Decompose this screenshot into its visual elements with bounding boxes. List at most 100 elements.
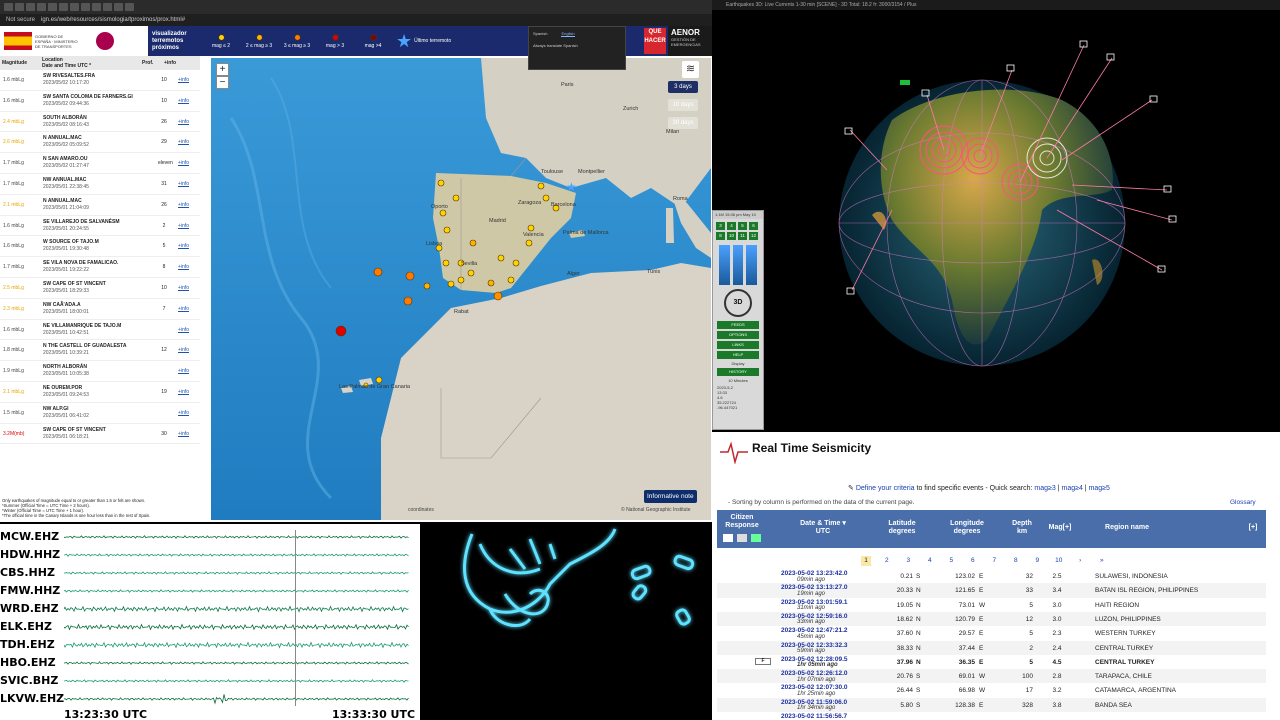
event-row[interactable]: 2023-05-02 13:01:59.1 31min ago 19.05 N … [717, 598, 1266, 612]
last-quake-star-icon[interactable]: ★ [396, 32, 412, 50]
latest-quake-star-icon[interactable]: ★ [566, 180, 577, 194]
more-info-link[interactable]: +info [178, 285, 189, 291]
url-text[interactable]: ign.es/web/resources/sismologia/tproximo… [41, 17, 185, 23]
filter-button[interactable]: 6 [749, 222, 758, 230]
layers-icon[interactable]: ≋ [682, 61, 699, 78]
filter-button[interactable]: 3 [716, 222, 725, 230]
more-info-link[interactable]: +info [178, 98, 189, 104]
translate-tab-spanish[interactable]: Spanish [533, 31, 547, 37]
page-link[interactable]: 3 [898, 556, 920, 566]
event-row[interactable]: 2023-05-02 13:13:27.0 19min ago 20.33 N … [717, 583, 1266, 598]
page-link[interactable]: 9 [1027, 556, 1049, 566]
browser-tab-strip[interactable] [0, 0, 712, 14]
header-longitude[interactable]: Longitude degrees [942, 520, 992, 536]
quake-marker[interactable] [487, 279, 495, 287]
quake-marker[interactable] [537, 182, 545, 190]
camera-icon[interactable] [737, 534, 747, 542]
glossary-link[interactable]: Glossary [1230, 499, 1256, 506]
filter-button[interactable]: 10 [727, 232, 736, 240]
header-mag[interactable]: Mag[+] [1045, 524, 1075, 532]
more-info-link[interactable]: +info [178, 368, 189, 374]
last-quake-label[interactable]: Último terremoto [414, 38, 454, 44]
quake-list-row[interactable]: 1.6 mbLg SE VILLAREJO DE SALVANÉSM 2023/… [0, 216, 200, 237]
event-row[interactable]: 2023-05-02 11:59:06.0 1hr 34min ago 5.80… [717, 697, 1266, 712]
quake-marker[interactable] [443, 226, 451, 234]
quake-list-row[interactable]: 1.5 mbLg NW ALP.GI 2023/05/01 06:41:02 +… [0, 403, 200, 424]
map-icon[interactable] [751, 534, 761, 542]
more-info-link[interactable]: +info [178, 306, 189, 312]
quake-list-row[interactable]: 2.6 mbLg N ANNUAL.MAC 2023/05/02 05:09:5… [0, 132, 200, 154]
quake-marker[interactable] [439, 209, 447, 217]
period-30-days[interactable]: 30 days [668, 117, 698, 129]
quake-list-row[interactable]: 1.7 mbLg NW ANNUAL.MAC 2023/05/01 22:38:… [0, 174, 200, 195]
header-prof[interactable]: Prof. [142, 60, 164, 66]
header-magnitude[interactable]: Magnitude [2, 60, 42, 66]
header-expand[interactable]: [+] [1245, 524, 1261, 532]
quake-list-row[interactable]: 2.4 mbLg SOUTH ALBORÁN 2023/05/02 08:16:… [0, 112, 200, 133]
header-date[interactable]: Date & Time ▾ UTC [793, 520, 853, 536]
more-info-link[interactable]: +info [178, 202, 189, 208]
page-link[interactable]: 4 [919, 556, 941, 566]
doc-icon[interactable] [723, 534, 733, 542]
quake-list-row[interactable]: 2.5 mbLg SW CAPE OF ST VINCENT 2023/05/0… [0, 278, 200, 299]
quake-marker[interactable] [527, 224, 535, 232]
period-10-days[interactable]: 10 days [668, 99, 698, 111]
address-bar[interactable]: Not secure ign.es/web/resources/sismolog… [0, 14, 712, 26]
filter-button[interactable]: 4 [727, 222, 736, 230]
more-info-link[interactable]: +info [178, 410, 189, 416]
quake-list-row[interactable]: 1.8 mbLg N THE CASTELL OF GUADALESTA 202… [0, 340, 200, 362]
header-latitude[interactable]: Latitude degrees [882, 520, 922, 536]
more-info-link[interactable]: +info [178, 139, 189, 145]
quake-list-row[interactable]: 1.6 mbLg SW RIVESALTES.FRA 2023/05/02 10… [0, 70, 200, 91]
history-button[interactable]: HISTORY [717, 368, 759, 376]
period-3-days[interactable]: 3 days [668, 81, 698, 93]
quake-marker[interactable] [469, 239, 477, 247]
quake-marker[interactable] [467, 269, 475, 277]
quick-mag4-link[interactable]: mag≥4 [1061, 485, 1082, 492]
event-row[interactable]: 2023-05-02 12:47:21.2 45min ago 37.60 N … [717, 626, 1266, 640]
quake-marker[interactable] [375, 376, 383, 384]
header-depth[interactable]: Depth km [1007, 520, 1037, 536]
quake-marker[interactable] [437, 179, 445, 187]
more-info-link[interactable]: +info [178, 431, 189, 437]
event-row[interactable]: 2023-05-02 12:07:30.0 1hr 25min ago 26.4… [717, 683, 1266, 697]
quake-marker[interactable] [373, 267, 383, 277]
links-button[interactable]: LINKS [717, 341, 759, 349]
quake-marker[interactable] [442, 259, 450, 267]
quake-marker[interactable] [493, 291, 503, 301]
header-citizen[interactable]: Citizen Response [721, 514, 763, 530]
help-button[interactable]: HELP [717, 351, 759, 359]
quake-marker[interactable] [512, 259, 520, 267]
page-link[interactable]: 6 [962, 556, 984, 566]
more-info-link[interactable]: +info [178, 347, 189, 353]
quake-list-row[interactable]: 1.6 mbLg SW SANTA COLOMA DE FARNERS.GI 2… [0, 91, 200, 112]
map-canvas[interactable]: ★ Paris Zurich Milan Toulouse Montpellier Zar… [211, 58, 711, 520]
quake-list-row[interactable]: 2.1 mbLg N ANNUAL.MAC 2023/05/01 21:04:0… [0, 195, 200, 216]
quake-marker[interactable] [335, 325, 347, 337]
quake-map[interactable]: ★ Paris Zurich Milan Toulouse Montpellier Zar… [211, 58, 711, 520]
filter-sliders[interactable] [719, 245, 758, 285]
quake-marker[interactable] [457, 276, 465, 284]
que-hacer-button[interactable]: QUE HACER [644, 28, 666, 54]
page-link[interactable]: 1 [861, 556, 871, 566]
more-info-link[interactable]: +info [178, 181, 189, 187]
quick-mag3-link[interactable]: mag≥3 [1034, 485, 1055, 492]
quake-marker[interactable] [525, 239, 533, 247]
page-link[interactable]: 5 [941, 556, 963, 566]
define-criteria-link[interactable]: Define your criteria [856, 485, 915, 492]
quake-list-row[interactable]: 2.1 mbLg NE OUREM.POR 2023/05/01 09:24:5… [0, 382, 200, 403]
earth-globe[interactable] [712, 10, 1280, 432]
event-row[interactable]: 2023-05-02 13:23:42.0 09min ago 0.21 S 1… [717, 569, 1266, 583]
event-row[interactable]: 2023-05-02 12:33:32.3 59min ago 38.33 N … [717, 640, 1266, 655]
event-date[interactable]: 2023-05-02 11:56:56.7 [781, 713, 847, 720]
page-link[interactable]: 2 [876, 556, 898, 566]
event-row[interactable]: 2023-05-02 11:56:56.7 [717, 712, 1266, 720]
quake-list-row[interactable]: 1.9 mbLg NORTH ALBORÁN 2023/05/01 10:05:… [0, 361, 200, 382]
header-region[interactable]: Region name [1097, 524, 1157, 532]
page-link[interactable]: 8 [1005, 556, 1027, 566]
event-row[interactable]: 2023-05-02 12:26:12.0 1hr 07min ago 20.7… [717, 669, 1266, 684]
quake-marker[interactable] [507, 276, 515, 284]
page-link[interactable]: 10 [1048, 556, 1070, 566]
filter-button[interactable]: 8 [716, 232, 725, 240]
more-info-link[interactable]: +info [178, 77, 189, 83]
